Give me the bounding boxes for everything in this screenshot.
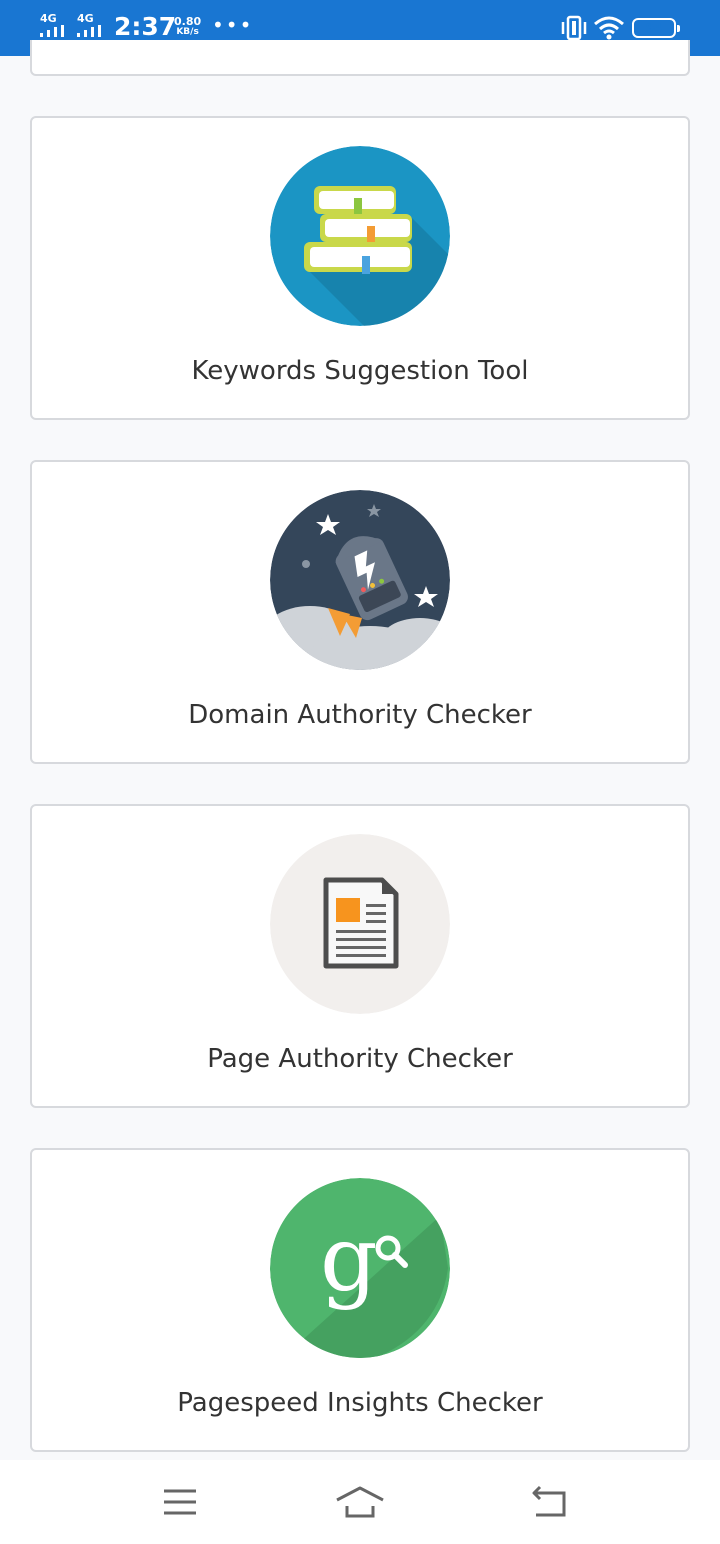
wifi-icon [594,16,624,40]
network-speed-value: 0.80 [174,15,202,28]
battery-level: 94 [645,21,663,35]
battery-icon: 94 [632,18,680,38]
navigation-bar [0,1460,720,1544]
network-speed: 0.80 KB/s [174,16,201,37]
tool-card-keywords-suggestion[interactable]: Keywords Suggestion Tool [30,116,690,420]
menu-button[interactable] [150,1480,210,1524]
home-icon [336,1486,384,1518]
back-button[interactable] [520,1480,580,1524]
rocket-icon [270,490,450,670]
menu-icon [164,1489,196,1515]
books-icon [270,146,450,326]
back-icon [532,1485,566,1517]
tool-label: Domain Authority Checker [188,700,532,730]
document-icon [270,834,450,1014]
more-notifications-icon: ••• [212,13,254,37]
tool-card-page-authority[interactable]: Page Authority Checker [30,804,690,1108]
tool-label: Pagespeed Insights Checker [177,1388,543,1418]
tool-label: Page Authority Checker [207,1044,513,1074]
signal-icon [77,25,107,37]
network-type-1: 4G [40,12,57,25]
clock: 2:37 [114,12,177,41]
tool-card-partial[interactable] [30,40,690,76]
svg-text:g: g [320,1207,378,1312]
network-type-2: 4G [77,12,94,25]
signal-icon [40,25,70,37]
tool-card-domain-authority[interactable]: Domain Authority Checker [30,460,690,764]
home-button[interactable] [330,1480,390,1524]
tool-label: Keywords Suggestion Tool [191,356,529,386]
google-search-icon: g [270,1178,450,1358]
vibrate-icon [561,15,587,41]
tool-card-pagespeed-insights[interactable]: g Pagespeed Insights Checker [30,1148,690,1452]
network-speed-unit: KB/s [176,27,199,37]
